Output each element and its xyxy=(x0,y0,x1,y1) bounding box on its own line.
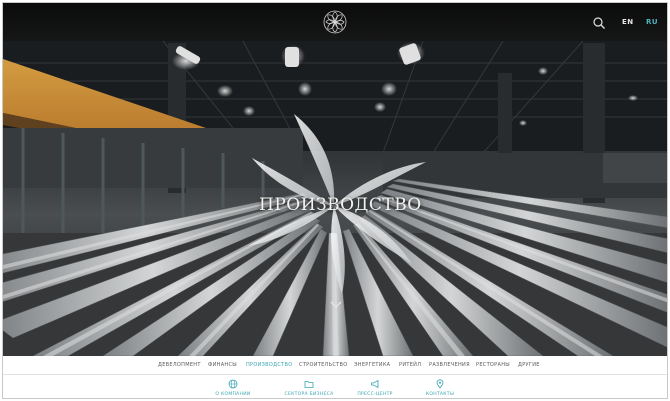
about-company-label: О КОМПАНИИ xyxy=(215,392,251,397)
location-pin-icon xyxy=(436,379,444,389)
nav-item-entertainment[interactable]: РАЗВЛЕЧЕНИЯ xyxy=(429,362,470,368)
business-sectors-link[interactable]: СЕКТОРА БИЗНЕСА xyxy=(279,376,339,398)
flower-logo-icon[interactable] xyxy=(323,10,347,34)
nav-item-energy[interactable]: ЭНЕРГЕТИКА xyxy=(354,362,390,368)
press-center-label: ПРЕСС-ЦЕНТР xyxy=(357,392,393,397)
nav-item-other[interactable]: ДРУГИЕ xyxy=(518,362,540,368)
press-center-link[interactable]: ПРЕСС-ЦЕНТР xyxy=(345,376,405,398)
business-sector-nav: ДЕВЕЛОПМЕНТ ФИНАНСЫ ПРОИЗВОДСТВО СТРОИТЕ… xyxy=(3,356,667,375)
nav-item-production[interactable]: ПРОИЗВОДСТВО xyxy=(246,362,292,368)
hero-section: EN RU ПРОИЗВОДСТВО xyxy=(3,3,667,356)
contacts-label: КОНТАКТЫ xyxy=(425,392,455,397)
site-header: EN RU xyxy=(3,3,667,41)
chevron-down-icon[interactable] xyxy=(329,299,343,311)
nav-item-finance[interactable]: ФИНАНСЫ xyxy=(208,362,237,368)
page-frame: EN RU ПРОИЗВОДСТВО ДЕВЕЛОПМЕНТ ФИНАНСЫ П… xyxy=(2,2,668,399)
nav-item-construction[interactable]: СТРОИТЕЛЬСТВО xyxy=(299,362,347,368)
folder-icon xyxy=(304,381,314,388)
footer-links: О КОМПАНИИ СЕКТОРА БИЗНЕСА ПРЕСС-ЦЕНТР К… xyxy=(3,376,667,398)
business-sectors-label: СЕКТОРА БИЗНЕСА xyxy=(284,392,334,397)
hero-title: ПРОИЗВОДСТВО xyxy=(259,195,422,215)
nav-item-development[interactable]: ДЕВЕЛОПМЕНТ xyxy=(158,362,201,368)
search-icon[interactable] xyxy=(592,16,606,30)
about-company-link[interactable]: О КОМПАНИИ xyxy=(203,376,263,398)
nav-item-retail[interactable]: РИТЕЙЛ xyxy=(399,362,421,368)
globe-icon xyxy=(228,379,238,389)
contacts-link[interactable]: КОНТАКТЫ xyxy=(410,376,470,398)
lang-ru-link[interactable]: RU xyxy=(646,18,658,26)
nav-item-restaurants[interactable]: РЕСТОРАНЫ xyxy=(476,362,510,368)
lang-en-link[interactable]: EN xyxy=(622,18,634,26)
megaphone-icon xyxy=(371,379,379,389)
